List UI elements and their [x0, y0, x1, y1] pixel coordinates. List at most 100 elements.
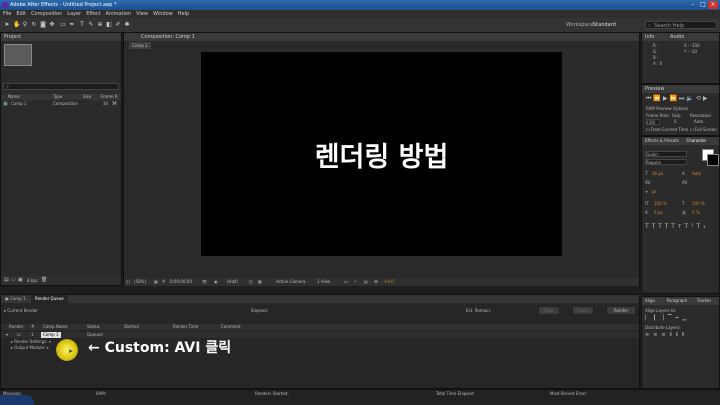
workspace-dropdown[interactable]: Standard [593, 22, 616, 28]
menu-file[interactable]: File [3, 11, 11, 17]
info-tab[interactable]: Info [645, 34, 654, 40]
roto-brush-tool-icon[interactable]: ✐ [115, 21, 121, 28]
minimize-button[interactable]: – [688, 1, 698, 9]
tsume-value[interactable]: 0 % [692, 210, 700, 215]
col-frame-rate[interactable]: Frame R [101, 94, 118, 100]
flowchart-icon[interactable]: ⌘ [374, 278, 378, 286]
tracker-tab[interactable]: Tracker [697, 298, 711, 303]
col-render-time[interactable]: Render Time [173, 324, 198, 330]
project-search-field[interactable]: ⚲ [3, 83, 119, 90]
audio-icon[interactable]: 🔈 [686, 95, 695, 102]
project-item-row[interactable]: ▣ Comp 1 Composition 30 ⌘ [1, 101, 121, 107]
zoom-dropdown[interactable]: (50%) [134, 278, 146, 286]
hand-tool-icon[interactable]: ✋ [13, 21, 20, 28]
align-top-icon[interactable]: ▔ [668, 315, 676, 321]
menu-layer[interactable]: Layer [67, 11, 81, 17]
rotate-tool-icon[interactable]: ↻ [31, 21, 37, 28]
col-started[interactable]: Started [124, 324, 139, 330]
tab-comp1[interactable]: ▣ Comp 1 [5, 295, 26, 303]
font-style-dropdown[interactable]: Regular [645, 159, 687, 165]
character-tab[interactable]: Character [686, 138, 706, 143]
prev-frame-icon[interactable]: ⏪ [653, 95, 662, 102]
grid-icon[interactable]: # [162, 278, 165, 286]
fast-previews-icon[interactable]: ⚡ [354, 278, 357, 286]
pause-button[interactable]: Pause [572, 306, 594, 315]
clone-stamp-tool-icon[interactable]: ⊕ [97, 21, 103, 28]
menu-effect[interactable]: Effect [86, 11, 100, 17]
render-button[interactable]: Render [606, 306, 636, 315]
expand-icon[interactable]: ▾ [6, 332, 8, 338]
transparency-grid-icon[interactable]: ▩ [258, 278, 262, 286]
frame-rate-dropdown[interactable]: (30) [646, 119, 660, 125]
align-tab[interactable]: Align [645, 298, 655, 303]
subscript-icon[interactable]: T₁ [697, 223, 709, 230]
type-tool-icon[interactable]: T [79, 21, 85, 28]
align-hcenter-icon[interactable]: ┃ [653, 315, 660, 321]
distribute-bottom-icon[interactable]: ≡ [661, 332, 669, 338]
zoom-tool-icon[interactable]: ⚲ [22, 21, 28, 28]
snapshot-icon[interactable]: 📷 [202, 278, 207, 286]
col-comment[interactable]: Comment [221, 324, 241, 330]
bpc-label[interactable]: 8 bpc [27, 276, 38, 285]
effects-presets-tab[interactable]: Effects & Presets [645, 138, 679, 143]
distribute-top-icon[interactable]: ≡ [645, 332, 653, 338]
full-screen-checkbox[interactable]: ☐ Full Screen [690, 127, 717, 132]
menu-animation[interactable]: Animation [106, 11, 132, 17]
new-comp-icon[interactable]: ▣ [18, 276, 23, 285]
menu-view[interactable]: View [136, 11, 148, 17]
pan-behind-tool-icon[interactable]: ✥ [49, 21, 55, 28]
col-number[interactable]: # [31, 324, 34, 330]
paragraph-tab[interactable]: Paragraph [667, 298, 688, 303]
toggle-pixel-aspect-icon[interactable]: ▭ [344, 278, 348, 286]
ram-preview-icon[interactable]: ▶ [703, 95, 710, 102]
comp-subtab[interactable]: Comp 1 [129, 42, 151, 49]
col-render[interactable]: Render [9, 324, 23, 330]
selection-tool-icon[interactable]: ➤ [4, 21, 10, 28]
stop-button[interactable]: Stop [538, 306, 560, 315]
item-comp-name[interactable]: Comp 1 [41, 332, 61, 338]
new-folder-icon[interactable]: ▭ [11, 276, 16, 285]
leading-value[interactable]: Auto [692, 171, 701, 176]
menu-edit[interactable]: Edit [16, 11, 26, 17]
brush-tool-icon[interactable]: ✎ [88, 21, 94, 28]
menu-window[interactable]: Window [153, 11, 173, 17]
col-status[interactable]: Status [87, 324, 100, 330]
next-frame-icon[interactable]: ⏩ [670, 95, 679, 102]
superscript-icon[interactable]: T¹ [684, 223, 696, 230]
camera-dropdown[interactable]: Active Camera [276, 278, 305, 286]
from-current-time-checkbox[interactable]: ☐ From Current Time [646, 127, 688, 132]
composition-viewer[interactable]: 렌더링 방법 [201, 52, 562, 256]
trash-icon[interactable]: 🗑 [41, 276, 47, 285]
col-size[interactable]: Size [83, 94, 91, 100]
ram-preview-icon[interactable]: ◫ [126, 278, 130, 286]
stroke-width-value[interactable]: px [652, 189, 657, 194]
audio-tab[interactable]: Audio [670, 34, 684, 40]
output-module-row[interactable]: ▸ Output Module: ▾ [11, 345, 49, 351]
baseline-shift-value[interactable]: 0 px [654, 210, 663, 215]
menu-help[interactable]: Help [178, 11, 189, 17]
col-comp-name[interactable]: Comp Name [43, 324, 68, 330]
resolution-dropdown[interactable]: Auto [694, 119, 703, 124]
close-button[interactable]: × [708, 1, 718, 9]
timecode[interactable]: 0;00;00;00 [170, 278, 192, 286]
exposure-value[interactable]: +0.0 [384, 278, 394, 286]
align-bottom-icon[interactable]: ▁ [683, 315, 691, 321]
small-caps-icon[interactable]: Tт [671, 223, 684, 230]
tab-render-queue[interactable]: Render Queue [31, 295, 68, 303]
play-icon[interactable]: ▶ [663, 95, 670, 102]
camera-tool-icon[interactable]: ◙ [40, 21, 46, 28]
resolution-dropdown[interactable]: (Half) [227, 278, 238, 286]
interpret-footage-icon[interactable]: ▤ [4, 276, 9, 285]
timeline-icon[interactable]: ▤ [364, 278, 368, 286]
composition-tab[interactable]: Composition: Comp 1 [124, 33, 639, 41]
search-help-field[interactable]: ⚲ Search Help [645, 21, 717, 29]
loop-icon[interactable]: ⟲ [696, 95, 703, 102]
eraser-tool-icon[interactable]: ◧ [106, 21, 112, 28]
all-caps-icon[interactable]: TT [658, 223, 671, 230]
region-of-interest-icon[interactable]: ◰ [249, 278, 253, 286]
horizontal-scale-value[interactable]: 100 % [692, 201, 705, 206]
distribute-right-icon[interactable]: ⫴ [682, 332, 688, 338]
channel-icon[interactable]: ◉ [214, 278, 218, 286]
maximize-button[interactable]: □ [698, 1, 708, 9]
menu-composition[interactable]: Composition [31, 11, 62, 17]
